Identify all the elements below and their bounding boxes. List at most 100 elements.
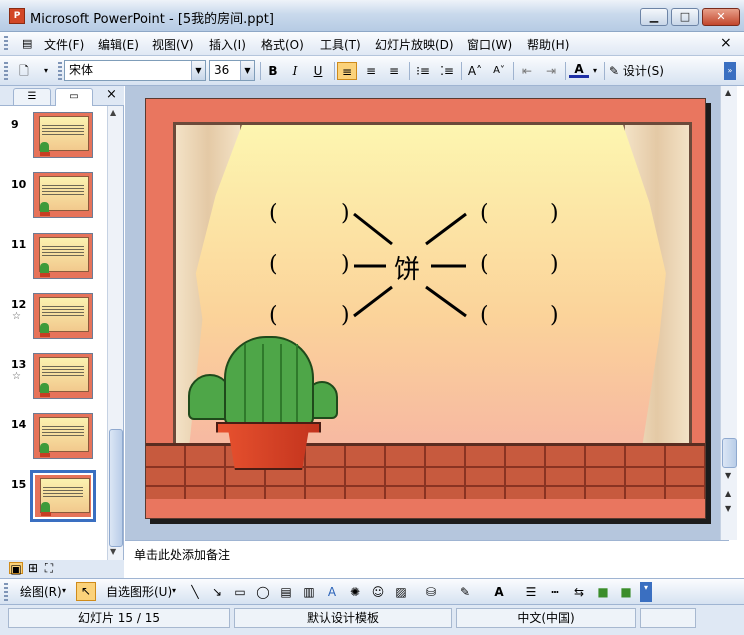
notes-placeholder[interactable]: 单击此处添加备注: [134, 546, 230, 563]
chevron-down-icon[interactable]: ▼: [240, 61, 254, 80]
font-name-value: 宋体: [69, 63, 94, 77]
drawbar-overflow-icon[interactable]: ▾: [640, 582, 652, 602]
textbox-tool-icon[interactable]: ▤: [279, 586, 293, 598]
wordart-icon[interactable]: A: [325, 586, 339, 598]
toolbar-grip[interactable]: [4, 62, 8, 80]
arrow-tool-icon[interactable]: ↘: [210, 586, 224, 598]
thumbnail-number: 10: [11, 178, 27, 191]
autoshapes-menu[interactable]: 自选图形(U): [106, 583, 172, 600]
pane-close-icon[interactable]: ×: [106, 87, 117, 102]
menu-tools[interactable]: 工具(T): [320, 36, 361, 53]
toolbar-grip-2[interactable]: [58, 62, 62, 80]
picture-icon[interactable]: ▨: [394, 586, 408, 598]
scroll-down-icon[interactable]: ▼: [110, 547, 116, 556]
arrow-style-icon[interactable]: ⇆: [572, 586, 586, 598]
bullets-icon[interactable]: ⁚≡: [437, 62, 457, 80]
slide-canvas[interactable]: 饼 ( ) ( ) ( ) ( ) ( ) ( ): [145, 98, 706, 519]
menu-format[interactable]: 格式(O): [261, 36, 304, 53]
design-icon: ✎: [609, 64, 620, 78]
oval-tool-icon[interactable]: ◯: [256, 586, 270, 598]
drawing-toolbar: 绘图(R) ▾ ↖ 自选图形(U) ▾ ╲ ↘ ▭ ◯ ▤ ▥ A ✺ ☺ ▨ …: [0, 578, 744, 604]
scroll-thumb[interactable]: [109, 429, 123, 547]
normal-view-icon[interactable]: ▣: [9, 562, 23, 575]
align-center-icon[interactable]: ≡: [361, 62, 381, 80]
animation-star-icon: ☆: [12, 371, 21, 382]
slide-thumbnail[interactable]: [33, 112, 93, 158]
underline-button[interactable]: U: [308, 62, 328, 80]
editor-scrollbar[interactable]: ▲ ▼ ▲ ▼: [720, 86, 737, 540]
font-color-draw-icon[interactable]: A: [492, 586, 506, 598]
dash-style-icon[interactable]: ┅: [548, 586, 562, 598]
slideshow-icon[interactable]: ⛶: [42, 562, 56, 574]
design-template: 默认设计模板: [234, 608, 452, 628]
slide-thumbnail-selected[interactable]: [30, 470, 96, 522]
decrease-font-icon[interactable]: A˅: [489, 62, 509, 80]
align-right-icon[interactable]: ≡: [384, 62, 404, 80]
slide-thumbnail[interactable]: [33, 293, 93, 339]
font-size-box[interactable]: 36 ▼: [209, 60, 255, 81]
powerpoint-icon[interactable]: P: [9, 8, 25, 24]
font-name-box[interactable]: 宋体 ▼: [64, 60, 206, 81]
diagram-icon[interactable]: ✺: [348, 586, 362, 598]
chevron-down-icon[interactable]: ▾: [590, 62, 600, 80]
line-color-icon[interactable]: ✎: [458, 586, 472, 598]
maximize-button[interactable]: □: [671, 8, 699, 26]
chevron-down-icon[interactable]: ▾: [62, 586, 66, 595]
window-title: Microsoft PowerPoint - [5我的房间.ppt]: [30, 12, 274, 27]
scroll-up-icon[interactable]: ▲: [110, 108, 116, 117]
doc-icon[interactable]: ▤: [22, 37, 32, 50]
slide-thumbnail[interactable]: [33, 172, 93, 218]
view-buttons: ▣ ⊞ ⛶: [0, 560, 124, 578]
align-left-icon[interactable]: ≡: [337, 62, 357, 80]
decrease-indent-icon[interactable]: ⇤: [517, 62, 537, 80]
design-button[interactable]: ✎ 设计(S): [609, 62, 671, 80]
new-document-icon[interactable]: 🗋: [14, 62, 34, 80]
bold-button[interactable]: B: [263, 62, 283, 80]
3d-icon[interactable]: ■: [619, 586, 633, 598]
select-pointer-icon[interactable]: ↖: [76, 582, 96, 601]
slide-thumbnail[interactable]: [33, 353, 93, 399]
minimize-button[interactable]: ▁: [640, 8, 668, 26]
next-slide-icon[interactable]: ▼: [725, 504, 731, 513]
chevron-down-icon[interactable]: ▼: [191, 61, 205, 80]
rectangle-tool-icon[interactable]: ▭: [233, 586, 247, 598]
menu-file[interactable]: 文件(F): [44, 36, 84, 53]
scroll-down-icon[interactable]: ▼: [725, 471, 731, 480]
close-button[interactable]: ✕: [702, 8, 740, 26]
toolbar-options-icon[interactable]: ▾: [40, 62, 52, 80]
increase-indent-icon[interactable]: ⇥: [541, 62, 561, 80]
menu-view[interactable]: 视图(V): [152, 36, 194, 53]
slide-thumbnail[interactable]: [33, 233, 93, 279]
menu-slideshow[interactable]: 幻灯片放映(D): [375, 36, 454, 53]
scroll-thumb[interactable]: [722, 438, 737, 468]
tab-slides[interactable]: ▭: [55, 88, 93, 106]
web-line: [353, 285, 393, 318]
font-color-icon[interactable]: A: [569, 62, 589, 78]
clipart-icon[interactable]: ☺: [371, 586, 385, 598]
slide-sorter-icon[interactable]: ⊞: [26, 562, 40, 574]
menu-insert[interactable]: 插入(I): [209, 36, 246, 53]
menu-help[interactable]: 帮助(H): [527, 36, 569, 53]
menu-close-icon[interactable]: ×: [720, 35, 732, 51]
tab-outline[interactable]: ☰: [13, 88, 51, 105]
slides-pane-scrollbar[interactable]: ▲ ▼: [107, 106, 123, 560]
menu-window[interactable]: 窗口(W): [467, 36, 512, 53]
line-style-icon[interactable]: ☰: [524, 586, 538, 598]
menu-edit[interactable]: 编辑(E): [98, 36, 139, 53]
line-tool-icon[interactable]: ╲: [188, 586, 202, 598]
chevron-down-icon[interactable]: ▾: [172, 586, 176, 595]
toolbar-overflow-icon[interactable]: »: [724, 62, 736, 80]
draw-menu[interactable]: 绘图(R): [20, 583, 62, 600]
slide-thumbnail[interactable]: [33, 413, 93, 459]
center-character[interactable]: 饼: [394, 249, 420, 286]
shadow-icon[interactable]: ■: [596, 586, 610, 598]
italic-button[interactable]: I: [285, 62, 305, 80]
increase-font-icon[interactable]: A˄: [465, 62, 485, 80]
numbering-icon[interactable]: ⁝≡: [413, 62, 433, 80]
scroll-up-icon[interactable]: ▲: [725, 88, 731, 97]
vertical-textbox-icon[interactable]: ▥: [302, 586, 316, 598]
prev-slide-icon[interactable]: ▲: [725, 489, 731, 498]
fill-color-icon[interactable]: ⛁: [424, 586, 438, 598]
drawbar-grip[interactable]: [4, 583, 8, 601]
menu-grip[interactable]: [4, 36, 8, 52]
